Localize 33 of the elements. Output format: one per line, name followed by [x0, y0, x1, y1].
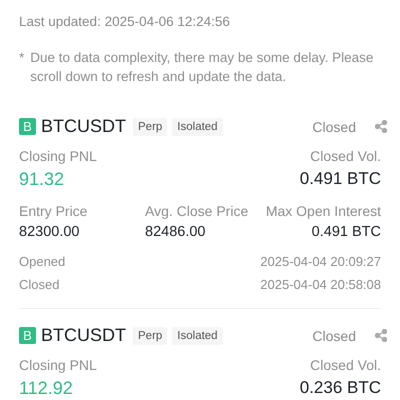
time-value: 2025-04-04 20:09:27 [260, 253, 381, 271]
detail-value: 82300.00 [19, 223, 80, 242]
pnl-label: Closing PNL [19, 147, 97, 165]
pnl-value: 91.32 [19, 168, 64, 190]
symbol: BTCUSDT [41, 325, 126, 346]
time-value: 2025-04-04 20:58:08 [260, 276, 381, 294]
status: Closed [312, 118, 356, 134]
share-icon[interactable] [375, 329, 387, 342]
detail-label: Entry Price [19, 202, 88, 220]
detail-label: Max Open Interest [266, 202, 381, 220]
tag: Isolated [172, 326, 223, 344]
last-updated: Last updated: 2025-04-06 12:24:56 [19, 13, 231, 31]
side-badge: B [19, 327, 36, 344]
time-label: Opened [19, 253, 66, 271]
detail-value: 0.491 BTC [312, 223, 381, 242]
share-icon[interactable] [375, 120, 387, 133]
asterisk: * [19, 49, 24, 67]
volume-value: 0.491 BTC [300, 168, 381, 190]
detail-value: 82486.00 [145, 223, 206, 242]
side-badge: B [19, 118, 36, 135]
time-label: Closed [19, 276, 60, 294]
volume-label: Closed Vol. [310, 147, 381, 165]
detail-label: Avg. Close Price [145, 202, 248, 220]
status: Closed [312, 328, 356, 344]
notice-text: Due to data complexity, there may be some delay. Please scroll down to refresh and update the data. [30, 49, 374, 86]
volume-value: 0.236 BTC [300, 377, 381, 399]
pnl-label: Closing PNL [19, 356, 97, 374]
symbol: BTCUSDT [41, 116, 126, 137]
tag: Perp [133, 326, 168, 344]
tag: Perp [133, 118, 168, 136]
volume-label: Closed Vol. [310, 356, 381, 374]
pnl-value: 112.92 [19, 377, 73, 399]
tag: Isolated [172, 118, 223, 136]
